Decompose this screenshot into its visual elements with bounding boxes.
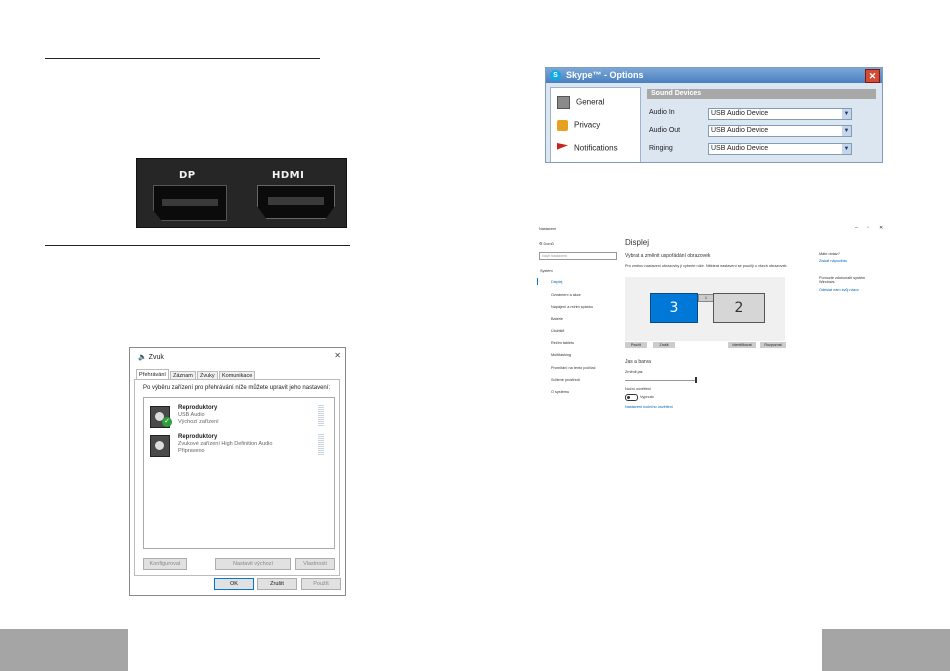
monitor-arrangement: 3 1 2 — [625, 277, 785, 341]
zvuk-description: Po výběru zařízení pro přehrávání níže m… — [143, 385, 331, 391]
nav-item-tablet[interactable]: Režim tabletu — [551, 341, 574, 345]
nav-item-about[interactable]: O systému — [551, 390, 569, 394]
sidebar-item-notifications[interactable]: Notifications — [557, 143, 618, 154]
mid-rule — [45, 245, 350, 246]
night-light-toggle[interactable] — [625, 394, 638, 401]
detect-button[interactable]: Rozpoznat — [760, 342, 786, 348]
nav-item-power[interactable]: Napájení a režim spánku — [551, 305, 593, 309]
side-feedback-prompt: Pomozte zdokonalit systém Windows. — [819, 276, 866, 284]
brightness-slider-thumb[interactable] — [695, 377, 697, 383]
properties-button[interactable]: Vlastnosti — [295, 558, 335, 570]
dp-hdmi-ports-image: DP HDMI — [136, 158, 347, 228]
display-hint: Pro změnu nastavení obrazovky ji vyberte… — [625, 264, 788, 268]
tab-prehravani[interactable]: Přehrávání — [136, 369, 169, 379]
category-label: Systém — [540, 269, 553, 273]
close-icon[interactable]: ✕ — [879, 225, 883, 231]
monitor-1-small[interactable]: 1 — [698, 294, 714, 302]
page-title: Displej — [625, 238, 650, 247]
device-list: ✓ Reproduktory USB Audio Výchozí zařízen… — [143, 397, 335, 549]
skype-logo-icon: S — [550, 70, 561, 81]
footer-bar-left — [0, 629, 128, 671]
nav-item-shared[interactable]: Sdílené prostředí — [551, 378, 580, 382]
check-icon: ✓ — [162, 417, 172, 427]
dp-label: DP — [179, 170, 196, 181]
minimize-icon[interactable]: – — [855, 225, 858, 231]
apply-button[interactable]: Použít — [625, 342, 647, 348]
sidebar-item-general[interactable]: General — [557, 96, 604, 109]
zvuk-panel: Po výběru zařízení pro přehrávání níže m… — [134, 379, 340, 576]
night-light-settings-link[interactable]: Nastavení nočního osvětlení — [625, 405, 673, 409]
ringing-select[interactable]: USB Audio Device ▼ — [708, 143, 852, 155]
window-title: Nastavení — [539, 227, 557, 231]
hdmi-port — [257, 185, 335, 219]
audio-in-select[interactable]: USB Audio Device ▼ — [708, 108, 852, 120]
audio-out-label: Audio Out — [649, 127, 681, 134]
volume-meter — [318, 405, 324, 427]
nastaveni-window: Nastavení – ▫ ✕ ⚙ Domů Najít nastavení S… — [535, 224, 885, 414]
chevron-down-icon: ▼ — [842, 109, 851, 119]
side-question: Máte dotaz? — [819, 252, 840, 256]
monitor-2[interactable]: 2 — [713, 293, 765, 323]
audio-in-label: Audio In — [649, 109, 675, 116]
nav-item-storage[interactable]: Úložiště — [551, 329, 565, 333]
flag-icon — [557, 143, 568, 154]
list-item[interactable]: ✓ Reproduktory USB Audio Výchozí zařízen… — [148, 404, 328, 430]
nav-item-display[interactable]: Displej — [551, 280, 562, 284]
top-rule — [45, 58, 320, 59]
list-item[interactable]: Reproduktory Zvukové zařízení High Defin… — [148, 433, 328, 459]
color-section-title: Jas a barva — [625, 359, 651, 365]
maximize-icon[interactable]: ▫ — [867, 225, 869, 231]
cancel-button[interactable]: Zrušit — [653, 342, 675, 348]
set-default-button[interactable]: Nastavit výchozí — [215, 558, 291, 570]
zvuk-title: 🔈 Zvuk — [138, 354, 164, 361]
sidebar-item-privacy[interactable]: Privacy — [557, 120, 600, 131]
skype-titlebar: S Skype™ - Options ✕ — [546, 68, 882, 83]
search-input[interactable]: Najít nastavení — [539, 252, 617, 260]
monitor-3[interactable]: 3 — [650, 293, 698, 323]
nav-item-projecting[interactable]: Promítání na tento počítač — [551, 366, 596, 370]
feedback-link[interactable]: Odeslat nám svůj názor — [819, 288, 859, 292]
lock-icon — [557, 120, 568, 131]
chevron-down-icon: ▼ — [842, 144, 851, 154]
brightness-slider[interactable] — [625, 380, 697, 381]
configure-button[interactable]: Konfigurovat — [143, 558, 187, 570]
close-icon[interactable]: ✕ — [334, 351, 341, 360]
zvuk-dialog: 🔈 Zvuk ✕ Přehrávání Záznam Zvuky Komunik… — [129, 347, 346, 596]
hdmi-label: HDMI — [272, 170, 305, 181]
get-help-link[interactable]: Získat nápovědu — [819, 259, 847, 263]
brightness-label: Změnit jas — [625, 370, 643, 374]
home-link[interactable]: ⚙ Domů — [539, 241, 554, 246]
skype-options-window: S Skype™ - Options ✕ General Privacy Not… — [545, 67, 883, 163]
skype-title: Skype™ - Options — [566, 70, 644, 80]
skype-sidebar: General Privacy Notifications — [550, 87, 641, 162]
footer-bar-right — [822, 629, 950, 671]
night-light-label: Noční osvětlení — [625, 387, 652, 391]
nav-item-battery[interactable]: Baterie — [551, 317, 563, 321]
identify-button[interactable]: Identifikovat — [728, 342, 756, 348]
sound-devices-header: Sound Devices — [647, 89, 876, 99]
dp-port — [153, 185, 227, 221]
audio-out-select[interactable]: USB Audio Device ▼ — [708, 125, 852, 137]
cancel-button[interactable]: Zrušit — [257, 578, 297, 590]
general-icon — [557, 96, 570, 109]
volume-meter — [318, 434, 324, 456]
chevron-down-icon: ▼ — [842, 126, 851, 136]
speaker-device-icon — [150, 435, 170, 457]
night-light-state: Vypnuto — [640, 395, 654, 399]
apply-button[interactable]: Použít — [301, 578, 341, 590]
gear-icon: ⚙ — [539, 242, 543, 246]
nav-item-multitasking[interactable]: Multitasking — [551, 353, 571, 357]
nav-item-notifications[interactable]: Oznámení a akce — [551, 293, 581, 297]
selection-indicator — [537, 278, 538, 285]
close-icon[interactable]: ✕ — [865, 69, 880, 83]
ok-button[interactable]: OK — [214, 578, 254, 590]
ringing-label: Ringing — [649, 145, 673, 152]
speaker-icon: 🔈 — [138, 354, 147, 361]
section-subtitle: Vybrat a změnit uspořádání obrazovek — [625, 253, 711, 259]
